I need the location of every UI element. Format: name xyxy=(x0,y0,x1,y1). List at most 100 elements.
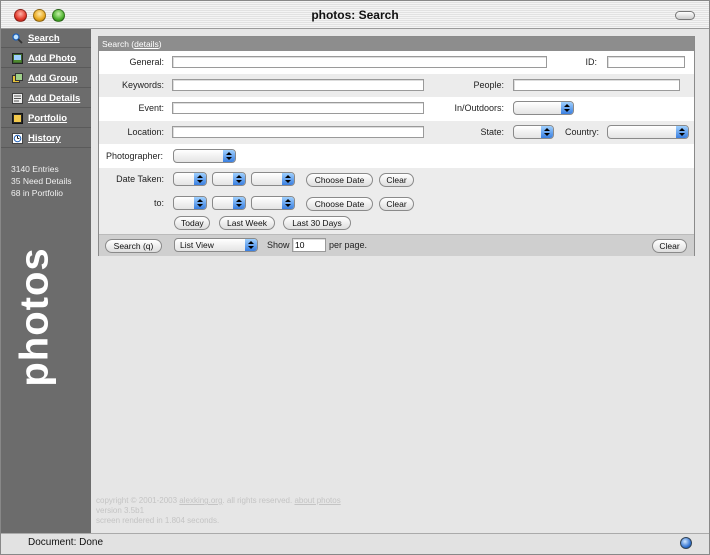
alexking-link[interactable]: alexking.org xyxy=(179,496,222,505)
row-photographer: Photographer: xyxy=(99,145,694,168)
clear-form-button[interactable]: Clear xyxy=(652,239,687,253)
chevron-updown-icon xyxy=(282,173,294,185)
search-button[interactable]: Search (q) xyxy=(105,239,162,253)
choose-date-from-button[interactable]: Choose Date xyxy=(306,173,373,187)
chevron-updown-icon xyxy=(676,126,688,138)
country-select[interactable] xyxy=(607,125,689,139)
photographer-select[interactable] xyxy=(173,149,236,163)
chevron-updown-icon xyxy=(194,197,206,209)
sidebar-item-history[interactable]: History xyxy=(1,129,91,148)
rights-text: . all rights reserved. xyxy=(222,496,295,505)
search-action-bar: Search (q) List View Show per page. Clea… xyxy=(99,234,694,256)
copyright-text: copyright © 2001-2003 xyxy=(96,496,180,505)
history-icon xyxy=(12,132,23,144)
keywords-field[interactable] xyxy=(172,79,424,91)
today-button[interactable]: Today xyxy=(174,216,210,230)
sidebar-item-add-group[interactable]: Add Group xyxy=(1,69,91,88)
people-label: People: xyxy=(473,80,504,90)
in-outdoors-label: In/Outdoors: xyxy=(454,103,504,113)
sidebar-item-label: History xyxy=(28,132,61,144)
keywords-label: Keywords: xyxy=(121,80,164,90)
render-time-text: screen rendered in 1.804 seconds. xyxy=(96,516,220,525)
people-field[interactable] xyxy=(513,79,680,91)
date-to-year-select[interactable] xyxy=(251,196,295,210)
browser-window: photos: Search Search Add Photo Add Grou… xyxy=(0,0,710,555)
country-label: Country: xyxy=(564,127,599,137)
last-week-button[interactable]: Last Week xyxy=(219,216,275,230)
date-to-month-select[interactable] xyxy=(173,196,207,210)
id-label: ID: xyxy=(585,57,597,67)
date-from-year-select[interactable] xyxy=(251,172,295,186)
per-page-field[interactable] xyxy=(292,238,326,252)
event-field[interactable] xyxy=(172,102,424,114)
sidebar-item-label: Add Photo xyxy=(28,52,77,64)
toolbar-toggle-button[interactable] xyxy=(675,11,695,20)
show-label: Show xyxy=(267,240,290,250)
search-icon xyxy=(12,32,23,44)
sidebar-item-label: Add Details xyxy=(28,92,81,104)
last-30-days-button[interactable]: Last 30 Days xyxy=(283,216,351,230)
location-label: Location: xyxy=(127,127,164,137)
brand-text: photos xyxy=(12,247,57,387)
about-photos-link[interactable]: about photos xyxy=(294,496,340,505)
date-taken-label: Date Taken: xyxy=(116,174,164,184)
id-field[interactable] xyxy=(607,56,685,68)
row-event: Event: In/Outdoors: xyxy=(99,97,694,120)
entry-stats: 3140 Entries 35 Need Details 68 in Portf… xyxy=(11,163,71,199)
add-photo-icon xyxy=(12,52,23,64)
page-footer: copyright © 2001-2003 alexking.org. all … xyxy=(96,496,341,526)
sidebar-item-label: Add Group xyxy=(28,72,78,84)
row-quick-dates: Today Last Week Last 30 Days xyxy=(99,216,694,234)
event-label: Event: xyxy=(138,103,164,113)
in-outdoors-select[interactable] xyxy=(513,101,574,115)
stat-need-details: 35 Need Details xyxy=(11,176,72,186)
clear-date-to-button[interactable]: Clear xyxy=(379,197,414,211)
window-title: photos: Search xyxy=(311,8,399,22)
status-text: Document: Done xyxy=(28,537,104,548)
portfolio-icon xyxy=(12,112,23,124)
status-bar: Document: Done xyxy=(1,533,709,554)
per-page-label: per page. xyxy=(329,240,368,250)
stat-portfolio: 68 in Portfolio xyxy=(11,188,63,198)
row-location: Location: State: Country: xyxy=(99,121,694,144)
date-to-label: to: xyxy=(153,198,164,208)
chevron-updown-icon xyxy=(541,126,553,138)
location-field[interactable] xyxy=(172,126,424,138)
date-from-month-select[interactable] xyxy=(173,172,207,186)
date-to-day-select[interactable] xyxy=(212,196,246,210)
clear-date-from-button[interactable]: Clear xyxy=(379,173,414,187)
row-date-to: to: Choose Date Clear xyxy=(99,192,694,216)
view-select[interactable]: List View xyxy=(174,238,258,252)
title-bar: photos: Search xyxy=(1,1,709,29)
search-panel-header: Search (details) xyxy=(99,37,694,51)
chevron-updown-icon xyxy=(233,173,245,185)
sidebar: Search Add Photo Add Group Add Details P… xyxy=(1,29,91,533)
globe-icon xyxy=(680,537,692,549)
sidebar-item-add-details[interactable]: Add Details xyxy=(1,89,91,108)
details-link[interactable]: details xyxy=(134,39,159,49)
chevron-updown-icon xyxy=(194,173,206,185)
chevron-updown-icon xyxy=(245,239,257,251)
general-label: General: xyxy=(129,57,164,67)
sidebar-item-label: Search xyxy=(28,32,60,44)
sidebar-item-search[interactable]: Search xyxy=(1,29,91,48)
chevron-updown-icon xyxy=(223,150,235,162)
state-label: State: xyxy=(480,127,504,137)
version-text: version 3.5b1 xyxy=(96,506,145,515)
main-content: Search (details) General: ID: Keywords: … xyxy=(91,29,709,533)
sidebar-item-add-photo[interactable]: Add Photo xyxy=(1,49,91,68)
sidebar-item-portfolio[interactable]: Portfolio xyxy=(1,109,91,128)
view-select-value: List View xyxy=(180,240,214,250)
header-suffix: ) xyxy=(158,39,162,49)
chevron-updown-icon xyxy=(282,197,294,209)
add-details-icon xyxy=(12,92,23,104)
brand-logo: photos xyxy=(5,247,65,387)
general-field[interactable] xyxy=(172,56,547,68)
choose-date-to-button[interactable]: Choose Date xyxy=(306,197,373,211)
header-prefix: Search ( xyxy=(102,39,135,49)
photographer-label: Photographer: xyxy=(105,151,163,161)
sidebar-item-label: Portfolio xyxy=(28,112,68,124)
state-select[interactable] xyxy=(513,125,554,139)
row-general: General: ID: xyxy=(99,51,694,74)
date-from-day-select[interactable] xyxy=(212,172,246,186)
